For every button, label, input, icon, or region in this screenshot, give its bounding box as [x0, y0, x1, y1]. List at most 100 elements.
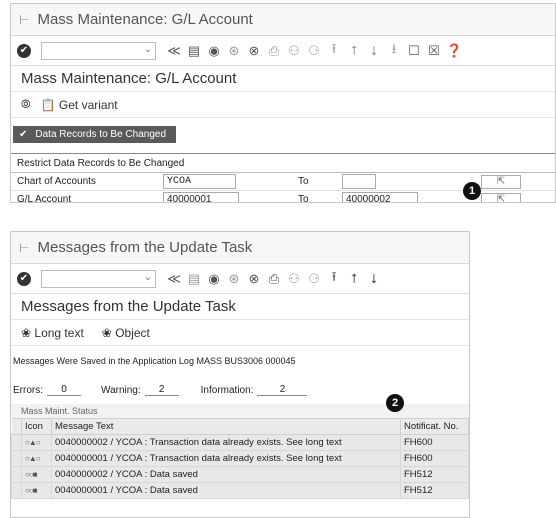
- table-row[interactable]: ○▲○ 0040000002 / YCOA : Transaction data…: [11, 434, 469, 451]
- warning-status-icon: ○▲○: [21, 434, 52, 451]
- table-row[interactable]: ○○■ 0040000001 / YCOA : Data saved FH512: [11, 482, 469, 499]
- row-selector[interactable]: [11, 482, 22, 499]
- help-icon[interactable]: ❓: [446, 43, 462, 59]
- application-toolbar: ⦾ 📋 Get variant: [11, 92, 555, 118]
- screen-title: Mass Maintenance: G/L Account: [11, 66, 555, 92]
- object-button[interactable]: ❀ Object: [102, 326, 150, 340]
- next-page-icon[interactable]: ⭣: [366, 43, 382, 59]
- screen-title: Messages from the Update Task: [11, 294, 469, 320]
- last-page-icon[interactable]: ⭳: [386, 40, 402, 62]
- callout-badge: 2: [386, 394, 404, 412]
- warning-status-icon: ○▲○: [21, 450, 52, 467]
- tab-data-records[interactable]: ✔ Data Records to Be Changed: [13, 126, 177, 143]
- column-header-notification-no[interactable]: Notificat. No.: [400, 418, 469, 435]
- errors-count: 0: [47, 384, 81, 396]
- chart-of-accounts-to-input[interactable]: [342, 174, 376, 189]
- information-label: Information:: [200, 384, 254, 396]
- notification-no: FH600: [400, 434, 469, 451]
- tab-label: Data Records to Be Changed: [35, 129, 167, 140]
- enter-icon[interactable]: ✔: [17, 271, 31, 286]
- window-titlebar: ⊢ Messages from the Update Task: [11, 232, 469, 264]
- system-toolbar: ✔ ⌄ ≪ ▤ ◉ ⊛ ⊗ ⎙ ⚇ ⚆ ⭱ ⭡ ⭣: [11, 264, 469, 294]
- enter-icon[interactable]: ✔: [17, 43, 31, 58]
- find-next-icon[interactable]: ⚆: [306, 271, 322, 287]
- to-label: To: [298, 176, 309, 187]
- first-page-icon[interactable]: ⭱: [326, 40, 342, 62]
- chart-of-accounts-from-input[interactable]: YCOA: [163, 174, 236, 189]
- row-selector[interactable]: [11, 466, 22, 483]
- multiple-selection-icon[interactable]: ⇱: [481, 174, 521, 189]
- long-text-button[interactable]: ❀ Long text: [21, 326, 84, 340]
- log-message: Messages Were Saved in the Application L…: [13, 356, 296, 366]
- back-icon[interactable]: ≪: [166, 43, 182, 59]
- table-row[interactable]: ○▲○ 0040000001 / YCOA : Transaction data…: [11, 450, 469, 467]
- execute-icon[interactable]: ⦾: [21, 97, 31, 112]
- message-text: 0040000002 / YCOA : Data saved: [51, 466, 401, 483]
- gl-account-from-input[interactable]: 40000001: [163, 192, 239, 202]
- save-icon[interactable]: ▤: [186, 271, 202, 287]
- command-field[interactable]: ⌄: [41, 269, 156, 288]
- update-messages-window: ⊢ Messages from the Update Task ✔ ⌄ ≪ ▤ …: [10, 231, 470, 518]
- glasses-icon: ❀: [21, 325, 32, 340]
- find-icon[interactable]: ⚇: [286, 271, 302, 287]
- window-menu-icon[interactable]: ⊢: [19, 241, 29, 255]
- window-menu-icon[interactable]: ⊢: [19, 13, 29, 27]
- row-selector[interactable]: [11, 434, 22, 451]
- group-title: Restrict Data Records to Be Changed: [11, 158, 555, 173]
- warning-label: Warning:: [101, 384, 141, 396]
- glasses-icon: ❀: [101, 325, 112, 340]
- get-variant-button[interactable]: 📋 Get variant: [41, 98, 118, 112]
- back-icon[interactable]: ≪: [166, 271, 182, 287]
- message-text: 0040000001 / YCOA : Transaction data alr…: [51, 450, 401, 467]
- first-page-icon[interactable]: ⭱: [326, 268, 342, 290]
- message-text: 0040000002 / YCOA : Transaction data alr…: [51, 434, 401, 451]
- field-label: G/L Account: [17, 194, 72, 203]
- previous-page-icon[interactable]: ⭡: [346, 43, 362, 59]
- back-circle-icon[interactable]: ◉: [206, 271, 222, 287]
- long-text-label: Long text: [34, 325, 84, 340]
- chevron-down-icon[interactable]: ⌄: [144, 272, 152, 283]
- get-variant-label: Get variant: [58, 97, 118, 112]
- callout-badge: 1: [463, 182, 481, 200]
- exit-icon[interactable]: ⊛: [226, 271, 242, 287]
- checkmark-icon: ✔: [19, 129, 28, 140]
- field-label: Chart of Accounts: [17, 176, 96, 187]
- variant-icon: 📋: [40, 97, 56, 112]
- table-row[interactable]: ○○■ 0040000002 / YCOA : Data saved FH512: [11, 466, 469, 483]
- print-icon[interactable]: ⎙: [266, 43, 282, 59]
- row-selector[interactable]: [11, 450, 22, 467]
- row-selector-header[interactable]: [11, 418, 22, 435]
- multiple-selection-icon[interactable]: ⇱: [481, 192, 521, 202]
- table-header-row: Icon Message Text Notificat. No.: [11, 418, 469, 435]
- new-session-icon[interactable]: ☐: [406, 43, 422, 59]
- system-toolbar: ✔ ⌄ ≪ ▤ ◉ ⊛ ⊗ ⎙ ⚇ ⚆ ⭱ ⭡ ⭣ ⭳ ☐ ☒ ❓: [11, 36, 555, 66]
- next-page-icon[interactable]: ⭣: [366, 271, 382, 287]
- back-circle-icon[interactable]: ◉: [206, 43, 222, 59]
- column-header-message-text[interactable]: Message Text: [51, 418, 401, 435]
- save-icon[interactable]: ▤: [186, 43, 202, 59]
- chevron-down-icon[interactable]: ⌄: [144, 44, 152, 55]
- window-titlebar: ⊢ Mass Maintenance: G/L Account: [11, 4, 555, 36]
- shortcut-icon[interactable]: ☒: [426, 43, 442, 59]
- gl-account-to-input[interactable]: 40000002: [342, 192, 418, 202]
- warning-count: 2: [144, 384, 179, 396]
- print-icon[interactable]: ⎙: [266, 271, 282, 287]
- column-header-icon[interactable]: Icon: [21, 418, 52, 435]
- message-text: 0040000001 / YCOA : Data saved: [51, 482, 401, 499]
- find-icon[interactable]: ⚇: [286, 43, 302, 59]
- window-title: Mass Maintenance: G/L Account: [37, 11, 253, 28]
- information-count: 2: [257, 384, 308, 396]
- cancel-icon[interactable]: ⊗: [246, 43, 262, 59]
- previous-page-icon[interactable]: ⭡: [346, 271, 362, 287]
- cancel-icon[interactable]: ⊗: [246, 271, 262, 287]
- command-field[interactable]: ⌄: [41, 41, 156, 60]
- mass-maintenance-window: ⊢ Mass Maintenance: G/L Account ✔ ⌄ ≪ ▤ …: [10, 3, 556, 203]
- notification-no: FH512: [400, 482, 469, 499]
- to-label: To: [298, 194, 309, 203]
- find-next-icon[interactable]: ⚆: [306, 43, 322, 59]
- success-status-icon: ○○■: [21, 482, 52, 499]
- notification-no: FH512: [400, 466, 469, 483]
- exit-icon[interactable]: ⊛: [226, 43, 242, 59]
- success-status-icon: ○○■: [21, 466, 52, 483]
- errors-label: Errors:: [13, 384, 43, 396]
